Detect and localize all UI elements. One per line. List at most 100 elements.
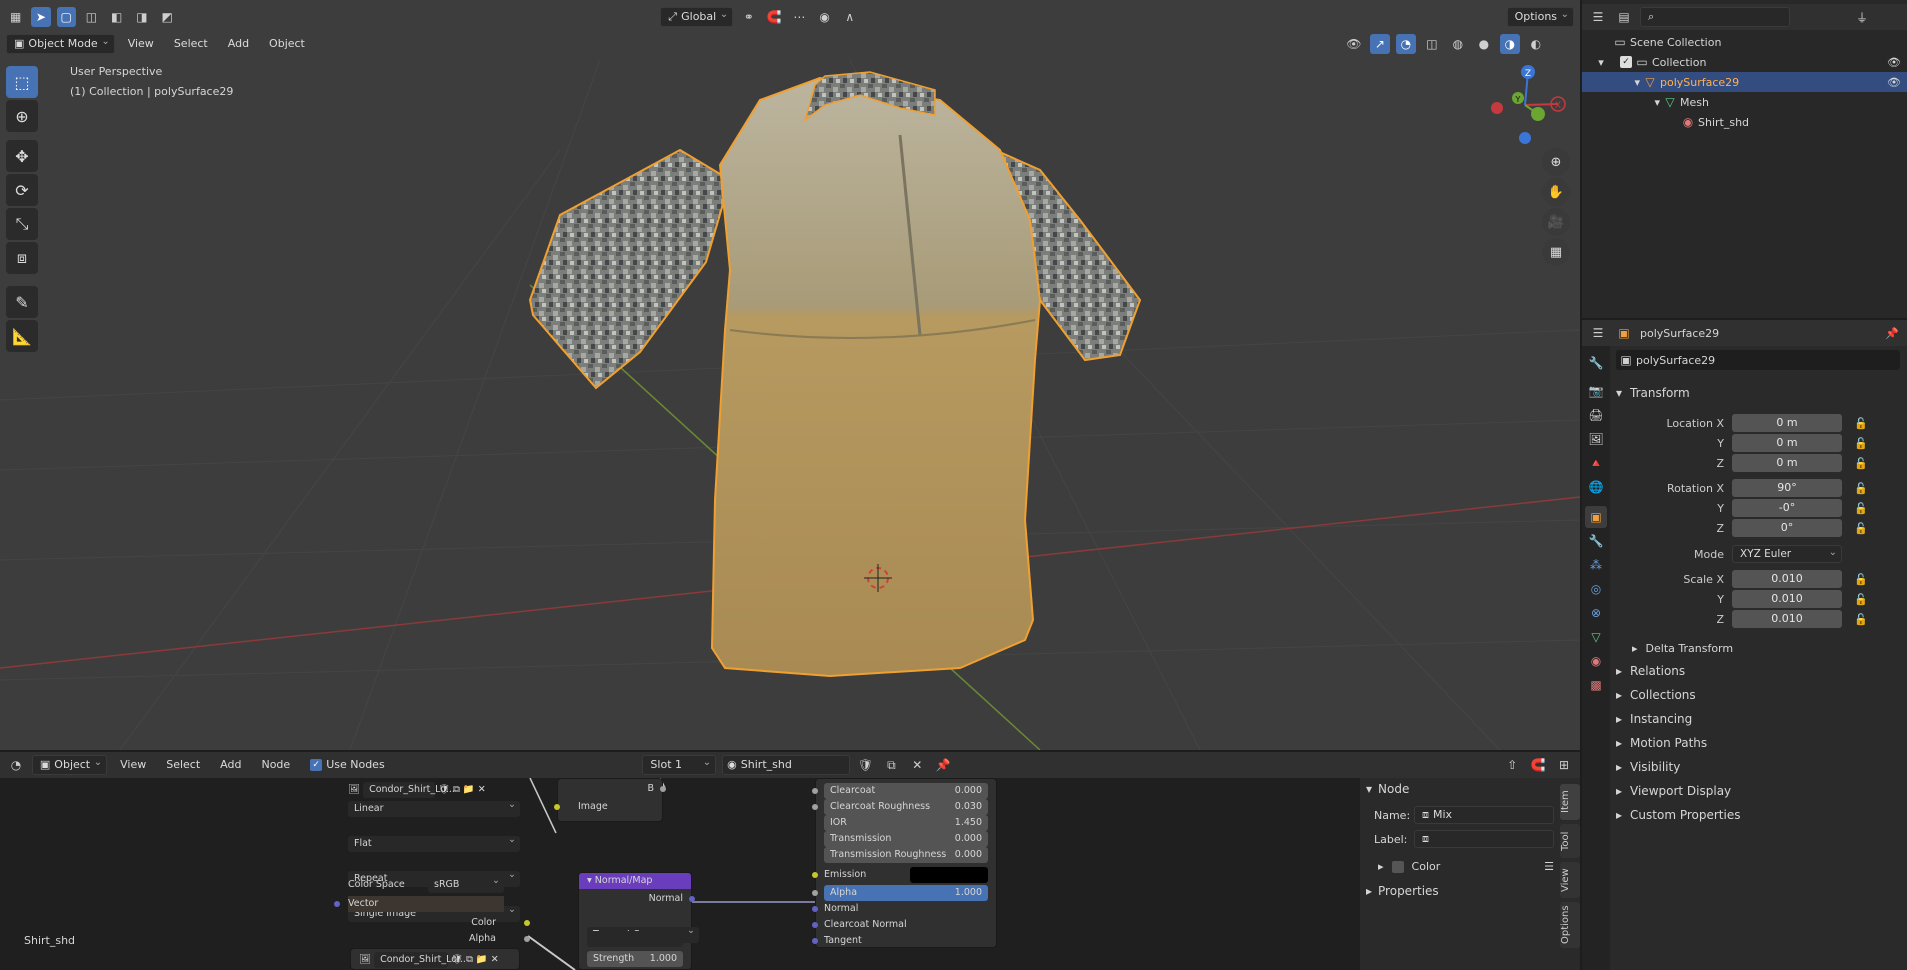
display-mode-icon[interactable]: ▤ <box>1614 7 1634 27</box>
bsdf-row[interactable]: Transmission 0.000 <box>824 831 988 847</box>
filter-icon[interactable]: ⏚ <box>1852 7 1872 27</box>
b-socket[interactable] <box>660 786 666 792</box>
eye-icon[interactable]: 👁 <box>1887 76 1901 89</box>
pin-icon[interactable]: 📌 <box>933 755 953 775</box>
material-selector[interactable]: ◉ Shirt_shd <box>722 755 850 775</box>
lock-icon[interactable]: 🔓 <box>1854 482 1868 495</box>
viewport-display-panel[interactable]: ▸ Viewport Display <box>1616 780 1731 802</box>
bsdf-row[interactable]: Clearcoat Roughness 0.030 <box>824 799 988 815</box>
lock-icon[interactable]: 🔓 <box>1854 613 1868 626</box>
close-icon[interactable]: ✕ <box>491 952 499 968</box>
rotation-y-field[interactable]: -0° <box>1732 499 1842 517</box>
pan-button[interactable]: ✋ <box>1542 178 1570 206</box>
xray-icon[interactable]: ◫ <box>1422 34 1442 54</box>
view-menu[interactable]: View <box>113 755 153 775</box>
color-socket[interactable] <box>524 920 530 926</box>
visibility-icon[interactable]: 👁 <box>1344 34 1364 54</box>
alpha-socket[interactable] <box>524 936 530 942</box>
location-y-field[interactable]: 0 m <box>1732 434 1842 452</box>
parent-node-icon[interactable]: ⇧ <box>1502 755 1522 775</box>
shader-node-editor[interactable]: ◔ ▣Object View Select Add Node ✓Use Node… <box>0 752 1580 970</box>
fake-user-icon[interactable]: 🛡 <box>856 755 876 775</box>
orientation-dropdown[interactable]: ⤢ Global <box>660 5 734 27</box>
item-tab[interactable]: Item <box>1560 784 1580 820</box>
eye-icon[interactable]: 👁 <box>1887 56 1901 69</box>
node-menu[interactable]: Node <box>254 755 297 775</box>
scale-tool[interactable]: ⤡ <box>6 208 38 240</box>
node-label-field[interactable]: ⧈ <box>1414 830 1554 848</box>
normal-map-node[interactable]: ▾ Normal/Map Normal Tangent Space Streng… <box>578 872 699 970</box>
object-menu[interactable]: Object <box>262 34 312 54</box>
outliner-row-collection[interactable]: ▾ ✓ ▭ Collection 👁 <box>1582 52 1907 72</box>
expand-arrow-icon[interactable]: ▾ <box>1582 56 1620 69</box>
projection-dropdown[interactable]: Flat <box>348 832 520 852</box>
node-name-field[interactable]: ⧈ Mix <box>1414 806 1554 824</box>
slot-dropdown[interactable]: Slot 1 <box>642 753 717 775</box>
3d-viewport[interactable]: ▦ ➤ ▢ ◫ ◧ ◨ ◩ ⤢Global ⚭ 🧲 ⋯ ◉ ∧ Options … <box>0 0 1580 750</box>
lock-icon[interactable]: 🔓 <box>1854 502 1868 515</box>
rotation-z-field[interactable]: 0° <box>1732 519 1842 537</box>
lock-icon[interactable]: 🔓 <box>1854 437 1868 450</box>
bsdf-row[interactable]: Transmission Roughness 0.000 <box>824 847 988 863</box>
wireframe-shading-icon[interactable]: ◍ <box>1448 34 1468 54</box>
tool-tab-icon[interactable]: 🔧 <box>1585 352 1607 374</box>
duplicate-icon[interactable]: ⧉ <box>881 755 901 775</box>
image-selector[interactable]: 🖼 Condor_Shirt_Lo... 🛡 ⧉ 📁 ✕ <box>348 782 504 798</box>
input-socket[interactable] <box>812 788 818 794</box>
duplicate-icon[interactable]: ⧉ <box>466 952 473 968</box>
fake-user-icon[interactable]: 🛡 <box>438 782 450 798</box>
transform-tool[interactable]: ⧈ <box>6 242 38 274</box>
input-socket[interactable] <box>812 872 818 878</box>
snap-target-icon[interactable]: ⋯ <box>790 7 809 27</box>
visibility-panel[interactable]: ▸ Visibility <box>1616 756 1680 778</box>
color-subpanel[interactable]: ▸ Color ☰ <box>1378 860 1554 873</box>
particles-tab-icon[interactable]: ⁂ <box>1585 554 1607 576</box>
image-socket[interactable] <box>554 804 560 810</box>
folder-icon[interactable]: 📁 <box>476 952 488 968</box>
image-texture-node-2[interactable]: 🖼 Condor_Shirt_Lo... 🛡 ⧉ 📁 ✕ <box>350 948 520 970</box>
snap-mode-icon[interactable]: ⊞ <box>1554 755 1574 775</box>
select-box-mode-icon[interactable]: ▢ <box>56 7 76 27</box>
input-socket[interactable] <box>812 804 818 810</box>
close-icon[interactable]: ✕ <box>478 782 486 798</box>
properties-subpanel[interactable]: ▸ Properties <box>1366 884 1439 898</box>
object-tab-icon[interactable]: ▣ <box>1585 506 1607 528</box>
rendered-shading-icon[interactable]: ◐ <box>1526 34 1546 54</box>
snap-icon[interactable]: 🧲 <box>1528 755 1548 775</box>
select-invert-icon[interactable]: ◨ <box>132 7 151 27</box>
output-tab-icon[interactable]: 🖨 <box>1585 404 1607 426</box>
duplicate-icon[interactable]: ⧉ <box>453 782 460 798</box>
world-tab-icon[interactable]: 🌐 <box>1585 476 1607 498</box>
select-subtract-icon[interactable]: ◧ <box>107 7 126 27</box>
input-socket[interactable] <box>812 922 818 928</box>
interpolation-dropdown[interactable]: Linear <box>348 797 520 817</box>
transform-panel-header[interactable]: ▾ Transform <box>1616 382 1690 404</box>
lock-icon[interactable]: 🔓 <box>1854 573 1868 586</box>
move-tool[interactable]: ✥ <box>6 140 38 172</box>
cursor-tool[interactable]: ⊕ <box>6 100 38 132</box>
data-tab-icon[interactable]: ▽ <box>1585 626 1607 648</box>
pivot-icon[interactable]: ⚭ <box>739 7 758 27</box>
pin-icon[interactable]: 📌 <box>1885 327 1899 340</box>
select-menu[interactable]: Select <box>167 34 215 54</box>
proportional-edit-icon[interactable]: ◉ <box>815 7 834 27</box>
snap-icon[interactable]: 🧲 <box>764 7 783 27</box>
folder-icon[interactable]: 📁 <box>463 782 475 798</box>
texture-tab-icon[interactable]: ▩ <box>1585 674 1607 696</box>
select-menu[interactable]: Select <box>159 755 207 775</box>
view-layer-tab-icon[interactable]: 🖼 <box>1585 428 1607 450</box>
emission-color-swatch[interactable] <box>910 867 988 883</box>
options-tab[interactable]: Options <box>1560 902 1580 948</box>
outliner-row-object[interactable]: ▾ ▽ polySurface29 👁 <box>1582 72 1907 92</box>
uv-map-field[interactable] <box>587 931 683 947</box>
scale-z-field[interactable]: 0.010 <box>1732 610 1842 628</box>
camera-button[interactable]: 🎥 <box>1542 208 1570 236</box>
bsdf-row[interactable]: Clearcoat 0.000 <box>824 783 988 799</box>
solid-shading-icon[interactable]: ● <box>1474 34 1494 54</box>
collections-panel[interactable]: ▸ Collections <box>1616 684 1696 706</box>
checkbox-icon[interactable]: ✓ <box>1620 56 1632 68</box>
options-dropdown[interactable]: Options <box>1506 5 1575 27</box>
lock-icon[interactable]: 🔓 <box>1854 593 1868 606</box>
view-tab[interactable]: View <box>1560 862 1580 898</box>
vector-socket[interactable] <box>334 901 340 907</box>
